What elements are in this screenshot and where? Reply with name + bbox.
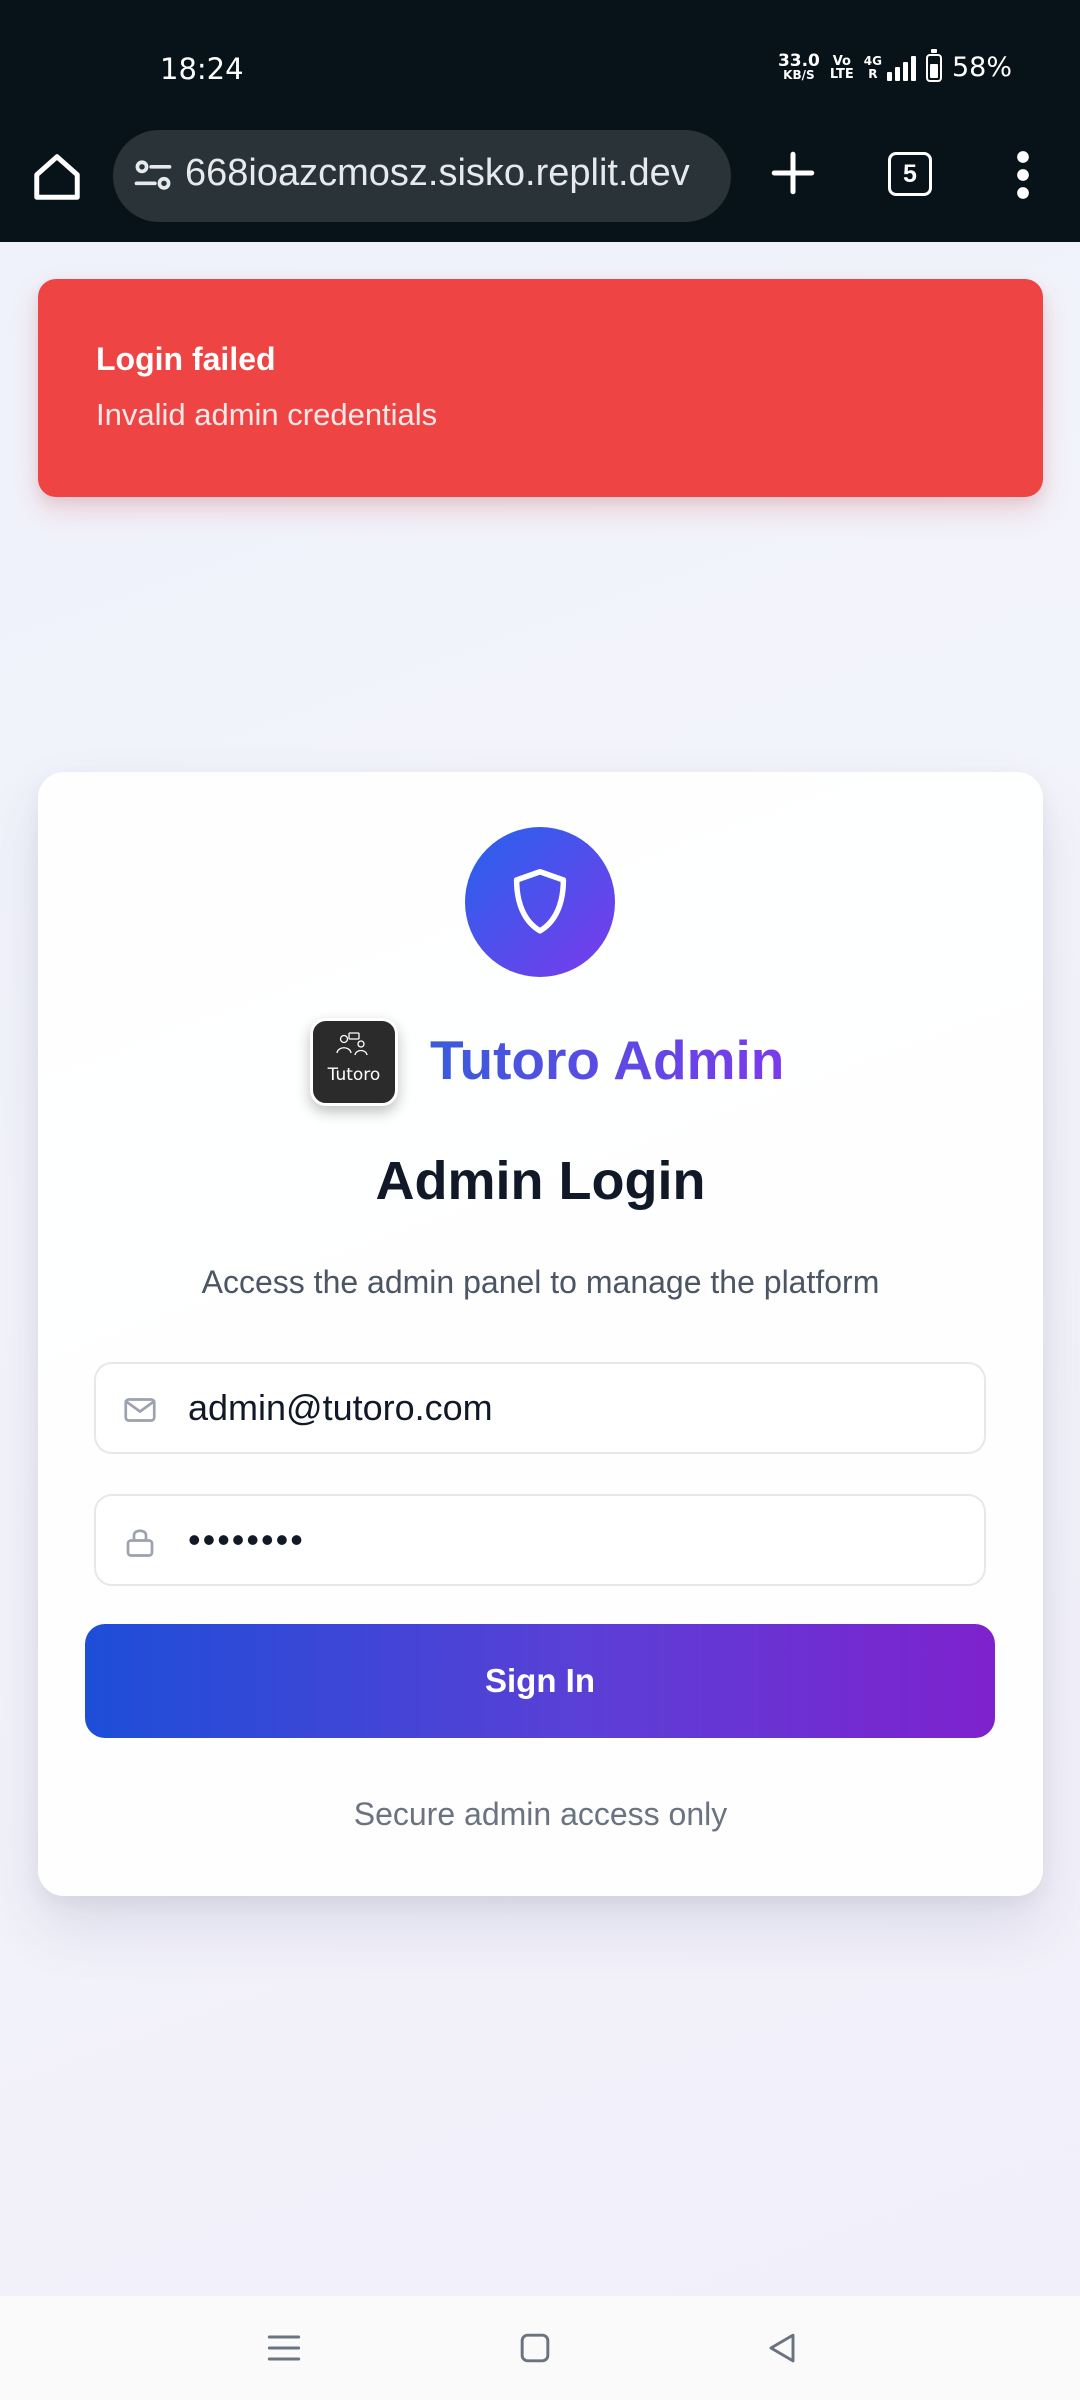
network-speed: 33.0 KB/S — [777, 50, 820, 82]
login-card: Tutoro Tutoro Admin Admin Login Access t… — [38, 772, 1043, 1896]
logo-text: Tutoro — [327, 1065, 381, 1085]
signal-type: 4G — [863, 53, 882, 68]
system-navigation-bar — [0, 2296, 1080, 2400]
network-speed-value: 33.0 — [777, 50, 820, 71]
browser-toolbar: 668ioazcmosz.sisko.replit.dev 5 — [0, 130, 1080, 242]
email-input[interactable] — [188, 1364, 968, 1452]
network-speed-unit: KB/S — [783, 67, 815, 82]
signal-icon: 4G R — [863, 53, 916, 81]
brand-name: Tutoro Admin — [430, 1029, 785, 1091]
volte-bottom: LTE — [829, 66, 854, 82]
url-text[interactable]: 668ioazcmosz.sisko.replit.dev — [185, 152, 690, 195]
volte-icon: Vo LTE — [830, 55, 854, 81]
secure-access-note: Secure admin access only — [353, 1796, 728, 1832]
volte-top: Vo — [832, 53, 851, 69]
password-input[interactable] — [188, 1496, 968, 1584]
new-tab-icon[interactable] — [768, 148, 818, 198]
recent-apps-icon[interactable] — [262, 2326, 306, 2370]
battery-icon — [925, 48, 942, 82]
toast-title: Login failed — [96, 341, 276, 377]
back-icon[interactable] — [760, 2326, 804, 2370]
address-bar[interactable]: 668ioazcmosz.sisko.replit.dev — [113, 130, 731, 222]
shield-icon — [513, 869, 567, 934]
page-title: Admin Login — [375, 1151, 706, 1211]
status-time: 18:24 — [160, 52, 244, 86]
signal-roaming: R — [868, 66, 878, 81]
home-square-icon[interactable] — [513, 2326, 557, 2370]
password-field[interactable] — [94, 1494, 986, 1586]
home-icon[interactable] — [30, 150, 84, 204]
tutoro-logo: Tutoro — [310, 1018, 398, 1106]
lock-icon — [126, 1529, 154, 1557]
signal-label: 4G R — [863, 53, 882, 81]
tab-switcher-button[interactable]: 5 — [888, 152, 932, 196]
status-bar: 18:24 33.0 KB/S Vo LTE 4G R 58% — [0, 0, 1080, 130]
more-options-icon[interactable] — [1008, 148, 1038, 202]
shield-badge — [465, 827, 615, 977]
site-settings-icon[interactable] — [131, 154, 175, 198]
battery-percentage: 58% — [951, 52, 1012, 83]
email-field[interactable] — [94, 1362, 986, 1454]
mail-icon — [124, 1398, 156, 1422]
sign-in-button[interactable]: Sign In — [85, 1624, 995, 1738]
error-toast[interactable]: Login failed Invalid admin credentials — [38, 279, 1043, 497]
brand-row: Tutoro Tutoro Admin — [310, 1018, 830, 1108]
toast-description: Invalid admin credentials — [96, 397, 438, 432]
logo-illustration-icon — [336, 1032, 368, 1056]
status-indicators: 33.0 KB/S Vo LTE 4G R 58% — [777, 48, 1012, 83]
page-subtitle: Access the admin panel to manage the pla… — [201, 1264, 880, 1300]
